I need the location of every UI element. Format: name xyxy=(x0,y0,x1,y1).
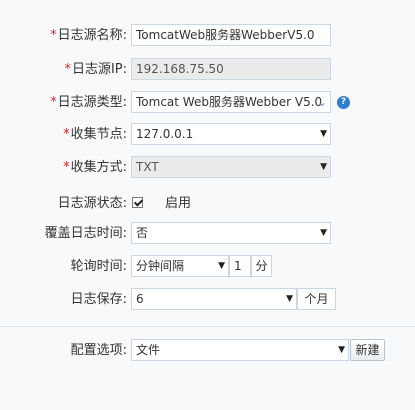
row-config-option: 配置选项: 文件 ▼ 新建 xyxy=(0,338,415,364)
chevron-down-icon: ⌄ xyxy=(316,95,327,109)
row-log-source-ip: *日志源IP: 192.168.75.50 xyxy=(0,57,415,83)
caret-down-icon: ▼ xyxy=(338,345,345,355)
collection-node-label: *收集节点: xyxy=(63,127,127,142)
section-divider xyxy=(0,326,415,327)
log-source-ip-input[interactable]: 192.168.75.50 xyxy=(131,58,331,80)
row-log-source-name: *日志源名称: TomcatWeb服务器WebberV5.0 xyxy=(0,23,415,49)
caret-down-icon: ▼ xyxy=(320,162,327,172)
required-mark: * xyxy=(50,95,57,110)
row-log-retention: 日志保存: 6 ▼ 个月 xyxy=(0,287,415,313)
row-poll-time: 轮询时间: 分钟间隔 ▼ 1 分 xyxy=(0,254,415,280)
log-source-name-label: *日志源名称: xyxy=(50,28,127,43)
help-icon[interactable]: ? xyxy=(337,96,350,109)
caret-down-icon: ▼ xyxy=(286,294,293,304)
config-option-label: 配置选项: xyxy=(70,343,127,358)
config-option-select[interactable]: 文件 ▼ xyxy=(131,339,349,361)
log-source-name-input[interactable]: TomcatWeb服务器WebberV5.0 xyxy=(131,24,331,46)
caret-down-icon: ▼ xyxy=(320,228,327,238)
log-source-status-label: 日志源状态: xyxy=(57,196,127,211)
collection-method-label: *收集方式: xyxy=(63,160,127,175)
row-collection-node: *收集节点: 127.0.0.1 ▼ xyxy=(0,122,415,148)
required-mark: * xyxy=(63,127,70,142)
poll-time-label: 轮询时间: xyxy=(70,259,127,274)
retention-unit-label: 个月 xyxy=(297,288,336,310)
log-source-type-select[interactable]: Tomcat Web服务器Webber V5.0 ⌄ xyxy=(131,91,331,113)
log-retention-label: 日志保存: xyxy=(70,292,127,307)
row-collection-method: *收集方式: TXT ▼ xyxy=(0,155,415,181)
row-overwrite-log-time: 覆盖日志时间: 否 ▼ xyxy=(0,221,415,247)
poll-count-input[interactable]: 1 xyxy=(229,255,251,277)
row-log-source-type: *日志源类型: Tomcat Web服务器Webber V5.0 ⌄ ? xyxy=(0,90,415,116)
poll-unit-label: 分 xyxy=(251,255,272,277)
log-source-form: *日志源名称: TomcatWeb服务器WebberV5.0 *日志源IP: 1… xyxy=(0,0,415,410)
log-source-ip-label: *日志源IP: xyxy=(64,62,127,77)
required-mark: * xyxy=(64,62,71,77)
checkbox-checked-icon[interactable] xyxy=(132,197,143,208)
overwrite-log-time-select[interactable]: 否 ▼ xyxy=(131,222,331,244)
status-enabled-label: 启用 xyxy=(165,196,192,211)
caret-down-icon: ▼ xyxy=(320,129,327,139)
poll-interval-select[interactable]: 分钟间隔 ▼ xyxy=(131,255,229,277)
collection-node-select[interactable]: 127.0.0.1 ▼ xyxy=(131,123,331,145)
row-log-source-status: 日志源状态: 启用 xyxy=(0,191,415,217)
log-retention-select[interactable]: 6 ▼ xyxy=(131,288,297,310)
required-mark: * xyxy=(63,160,70,175)
required-mark: * xyxy=(50,28,57,43)
overwrite-log-time-label: 覆盖日志时间: xyxy=(44,226,127,241)
collection-method-select[interactable]: TXT ▼ xyxy=(131,156,331,178)
caret-down-icon: ▼ xyxy=(218,261,225,271)
new-config-button[interactable]: 新建 xyxy=(350,339,385,361)
log-source-type-label: *日志源类型: xyxy=(50,95,127,110)
